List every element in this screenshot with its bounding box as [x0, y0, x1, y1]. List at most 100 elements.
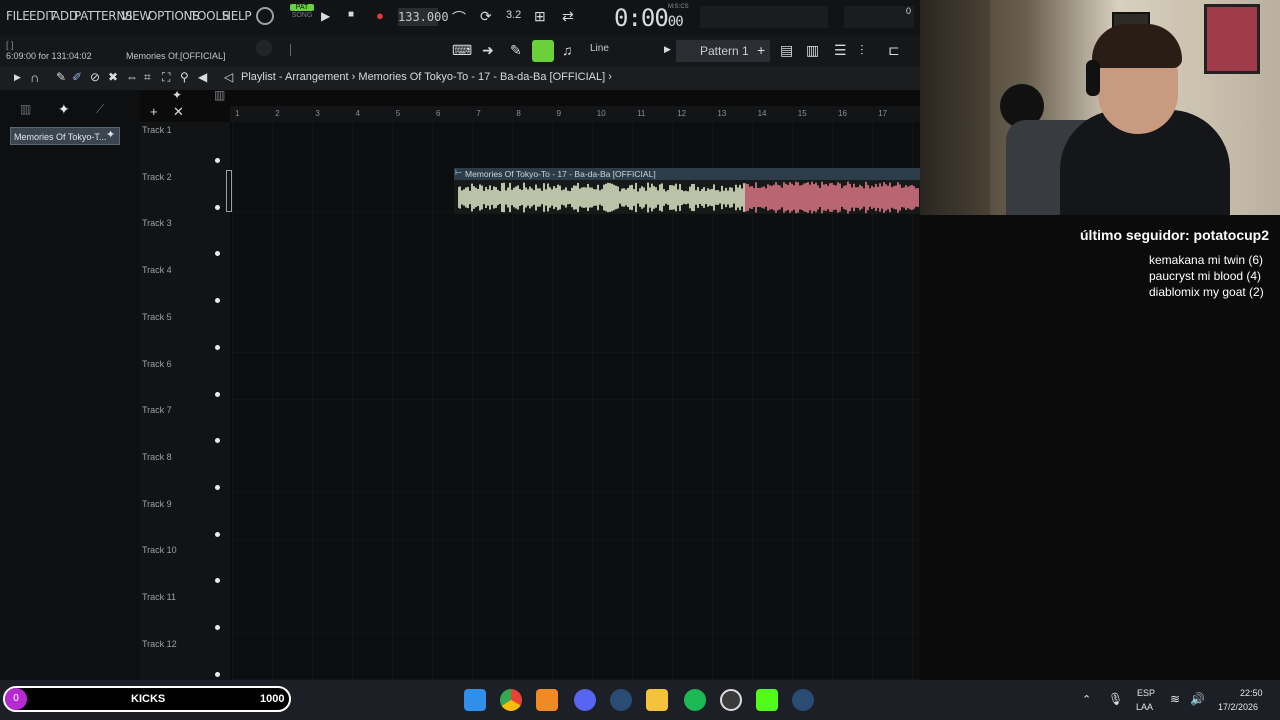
pattern-picker-icon[interactable]: ▥	[20, 102, 31, 116]
track-label[interactable]: Track 7	[142, 405, 172, 415]
fl-studio-icon[interactable]	[536, 689, 558, 711]
grid-icon[interactable]: ▥	[214, 88, 225, 102]
clock-date[interactable]: 17/2/2026	[1218, 702, 1258, 712]
track-label[interactable]: Track 8	[142, 452, 172, 462]
track-label[interactable]: Track 1	[142, 125, 172, 135]
keyboard-layout[interactable]: LAA	[1136, 702, 1153, 712]
close-icon[interactable]: ✕	[173, 104, 184, 120]
mute-tool-icon[interactable]: ✖	[108, 70, 118, 84]
audio-clip-header[interactable]: Memories Of Tokyo-To - 17 - Ba-da-Ba [OF…	[454, 168, 920, 180]
shoutout-line: diablomix my goat (2)	[1149, 285, 1264, 299]
pencil-icon[interactable]: ✎	[510, 42, 522, 59]
record-icon[interactable]: ●	[376, 8, 384, 23]
chrome-icon[interactable]	[500, 689, 522, 711]
playlist-icon[interactable]: ▤	[780, 42, 793, 59]
webcam-feed	[920, 0, 1280, 215]
menu-view[interactable]: VIEW	[121, 9, 151, 23]
kicks-count-badge: 0	[5, 688, 27, 710]
last-follower-text: último seguidor: potatocup2	[1080, 227, 1269, 243]
link-icon[interactable]	[532, 40, 554, 62]
play-icon[interactable]: ▶	[321, 9, 330, 23]
timeline-ruler[interactable]	[230, 106, 920, 122]
piano-roll-icon[interactable]: ⌨	[452, 42, 472, 59]
mixer-icon[interactable]: ⫶	[860, 42, 864, 59]
track-mute-dot[interactable]	[215, 625, 220, 630]
ruler-tick: 15	[797, 109, 807, 118]
speaker-icon[interactable]: ◀	[198, 70, 207, 84]
step-edit-icon[interactable]: ⊞	[534, 8, 546, 25]
track-mute-dot[interactable]	[215, 484, 220, 490]
master-pitch-slider[interactable]	[290, 44, 305, 56]
obs-icon[interactable]	[720, 689, 742, 711]
discord-icon[interactable]	[574, 689, 596, 711]
blend-notes-icon[interactable]: ⇄	[562, 8, 574, 25]
paint-tool-icon[interactable]: ✐	[72, 70, 82, 84]
track-label[interactable]: Track 2	[142, 172, 172, 182]
menu-file[interactable]: FILE	[6, 9, 30, 23]
clip-source-item[interactable]: Memories Of Tokyo-T...	[10, 127, 120, 145]
track-2-resize-handle[interactable]	[226, 170, 232, 212]
countdown-icon[interactable]: 3.2	[506, 9, 521, 21]
clip-browser-panel	[0, 90, 140, 680]
arrow-right-icon[interactable]: ➜	[482, 42, 494, 59]
hint-clip-text: Memories Of.[OFFICIAL]	[126, 51, 226, 61]
track-label[interactable]: Track 11	[142, 592, 176, 602]
track-mute-dot[interactable]	[215, 531, 220, 537]
language-code[interactable]: ESP	[1137, 688, 1155, 698]
track-label[interactable]: Track 4	[142, 265, 172, 275]
playback-tool-icon[interactable]: ◁	[224, 70, 233, 84]
track-label[interactable]: Track 5	[142, 312, 172, 322]
track-label[interactable]: Track 12	[142, 639, 177, 649]
steam-helper-icon[interactable]	[792, 689, 814, 711]
webcam-headphones	[1086, 60, 1100, 96]
track-mute-dot[interactable]	[215, 671, 220, 677]
step-sequencer-icon[interactable]: ▥	[806, 42, 819, 59]
track-mute-dot[interactable]	[215, 204, 220, 210]
options-arrow-icon[interactable]: ▶	[14, 72, 21, 83]
menu-help[interactable]: HELP	[222, 9, 252, 23]
track-mute-dot[interactable]	[215, 344, 220, 350]
windows-start-icon[interactable]	[464, 689, 486, 711]
track-label[interactable]: Track 3	[142, 218, 172, 228]
file-explorer-icon[interactable]	[646, 689, 668, 711]
select-tool-icon[interactable]: ⛶	[162, 70, 170, 85]
snap-arrow-icon[interactable]: ▶	[664, 44, 671, 55]
ruler-tick: 14	[757, 109, 767, 118]
snap-selector[interactable]: Line	[590, 43, 609, 54]
slip-tool-icon[interactable]: ⇔	[126, 70, 138, 84]
add-pattern-icon[interactable]: +	[757, 42, 765, 58]
track-label[interactable]: Track 10	[142, 545, 177, 555]
loop-record-icon[interactable]: ⟳	[480, 8, 492, 25]
audio-clips-icon[interactable]: ✦	[58, 101, 70, 118]
pat-song-toggle[interactable]: PAT SONG	[290, 4, 314, 26]
master-volume-knob[interactable]	[256, 40, 272, 56]
zoom-tool-icon[interactable]: ⚲	[180, 70, 189, 84]
steam-icon[interactable]	[610, 689, 632, 711]
delete-tool-icon[interactable]: ⊘	[90, 70, 100, 84]
slice-tool-icon[interactable]: ⌗	[144, 70, 151, 85]
metronome-icon[interactable]: ⌒	[452, 8, 466, 28]
track-mute-dot[interactable]	[215, 391, 220, 397]
track-label[interactable]: Track 6	[142, 359, 172, 369]
track-mute-dot[interactable]	[215, 158, 220, 163]
pattern-selector[interactable]: Pattern 1	[676, 40, 770, 62]
tray-overflow-icon[interactable]: ⌃	[1082, 693, 1091, 706]
magnet-icon[interactable]: ∩	[30, 70, 39, 85]
stop-icon[interactable]: ■	[348, 9, 354, 20]
draw-tool-icon[interactable]: ✎	[56, 70, 66, 84]
clip-menu-icon[interactable]: ⊢	[455, 168, 462, 177]
browser-icon[interactable]: ⊏	[888, 42, 900, 59]
clock-time[interactable]: 22:50	[1240, 688, 1263, 698]
wifi-icon[interactable]: ≋	[1170, 692, 1180, 706]
automation-clips-icon[interactable]: ⟋	[96, 102, 104, 117]
volume-icon[interactable]: 🔊	[1190, 692, 1205, 706]
microphone-icon[interactable]: 🎙	[1108, 692, 1123, 706]
tempo-display[interactable]: 133.000	[398, 8, 449, 26]
typing-keyboard-icon[interactable]: ♫	[562, 42, 573, 58]
waveform-zoom-icon[interactable]: ✦	[172, 88, 182, 102]
track-label[interactable]: Track 9	[142, 499, 172, 509]
kick-icon[interactable]	[756, 689, 778, 711]
spotify-icon[interactable]	[684, 689, 706, 711]
channel-rack-icon[interactable]: ☰	[834, 42, 847, 59]
add-track-icon[interactable]: +	[150, 104, 158, 119]
